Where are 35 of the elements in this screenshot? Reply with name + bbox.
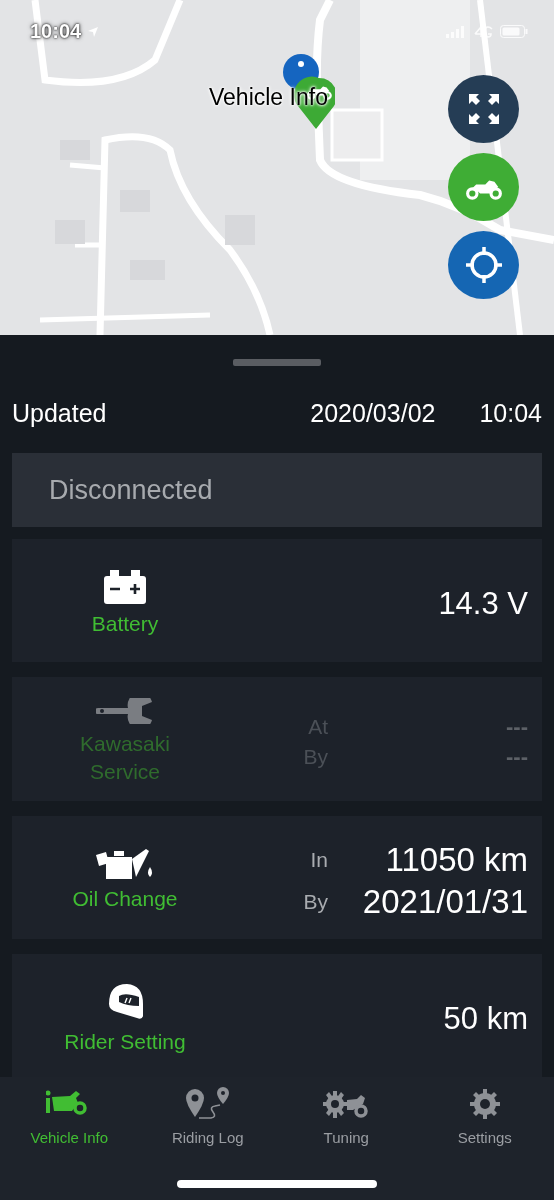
settings-icon	[468, 1088, 501, 1120]
clock: 10:04	[30, 20, 82, 43]
card-value: 50 km	[443, 1000, 528, 1037]
row-label: In	[309, 847, 328, 872]
crosshair-icon	[463, 245, 504, 285]
tab[interactable]: Vehicle Info	[0, 1087, 139, 1146]
status-card[interactable]: Oil Change In 11050 km By 2021/01/31	[12, 815, 542, 939]
gear-motorcycle-icon	[323, 1089, 370, 1119]
route-pins-icon	[184, 1087, 231, 1121]
row-label: By	[302, 889, 328, 914]
row-value: 11050 km	[384, 840, 528, 879]
row-value: ---	[505, 744, 528, 771]
row-value: ---	[505, 714, 528, 741]
location-arrow-icon	[87, 25, 100, 38]
tab[interactable]: Settings	[415, 1087, 554, 1146]
tab[interactable]: Riding Log	[138, 1087, 277, 1146]
connection-status: Disconnected	[12, 453, 542, 527]
oil-can-icon	[96, 848, 154, 879]
card-label: Battery	[90, 611, 160, 637]
drag-handle[interactable]	[233, 359, 321, 366]
network-icon	[474, 25, 494, 38]
status-card[interactable]: Battery 14.3 V	[12, 539, 542, 663]
updated-label: Updated	[12, 398, 107, 428]
card-label: Rider Setting	[63, 1028, 187, 1055]
wrench-icon	[96, 698, 154, 725]
updated-time: 10:04	[479, 398, 542, 428]
row-value: 2021/01/31	[361, 882, 528, 921]
status-card[interactable]: Rider Setting 50 km	[12, 953, 542, 1077]
expand-icon	[466, 92, 501, 126]
battery-icon	[104, 570, 146, 604]
tab[interactable]: Tuning	[277, 1087, 416, 1146]
card-label: Kawasaki Service	[79, 731, 171, 786]
updated-date: 2020/03/02	[310, 398, 436, 428]
card-label: Oil Change	[71, 885, 179, 912]
card-value: 14.3 V	[438, 586, 528, 622]
